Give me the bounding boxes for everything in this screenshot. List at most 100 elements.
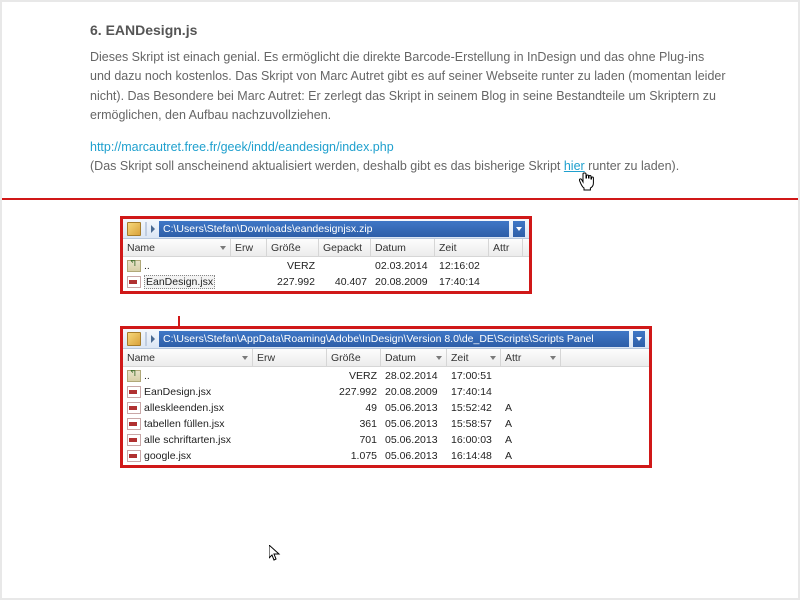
col-erw[interactable]: Erw <box>231 239 267 256</box>
paragraph-description: Dieses Skript ist einach genial. Es ermö… <box>90 48 728 126</box>
col-erw[interactable]: Erw <box>253 349 327 366</box>
folder-icon <box>127 332 141 346</box>
cell-date: 05.06.2013 <box>381 402 447 414</box>
table-row[interactable]: .. VERZ28.02.201417:00:51 <box>123 368 649 384</box>
col-attr[interactable]: Attr <box>501 349 561 366</box>
cell-date: 20.08.2009 <box>371 276 435 288</box>
table-row[interactable]: alleskleenden.jsx 4905.06.201315:52:42A <box>123 400 649 416</box>
download-here-link[interactable]: hier <box>564 159 585 173</box>
path-dropdown-icon[interactable] <box>633 331 645 347</box>
cell-size: 227.992 <box>267 276 319 288</box>
cell-attr: A <box>501 402 561 414</box>
file-name: google.jsx <box>144 450 191 462</box>
file-name: alle schriftarten.jsx <box>144 434 231 446</box>
cell-date: 05.06.2013 <box>381 418 447 430</box>
col-name[interactable]: Name <box>123 349 253 366</box>
script-source-link[interactable]: http://marcautret.free.fr/geek/indd/eand… <box>90 140 394 154</box>
folder-icon <box>127 222 141 236</box>
col-date[interactable]: Datum <box>371 239 435 256</box>
cell-size: VERZ <box>327 370 381 382</box>
cell-attr: A <box>501 434 561 446</box>
table-row[interactable]: alle schriftarten.jsx70105.06.201316:00:… <box>123 432 649 448</box>
table-row[interactable]: EanDesign.jsx 227.99240.40720.08.200917:4… <box>123 274 529 290</box>
cell-time: 16:00:03 <box>447 434 501 446</box>
archive-path[interactable]: C:\Users\Stefan\Downloads\eandesignjsx.z… <box>159 221 509 237</box>
archive-column-headers: Name Erw Größe Gepackt Datum Zeit Attr <box>123 239 529 257</box>
col-name[interactable]: Name <box>123 239 231 256</box>
jsx-file-icon <box>127 386 141 398</box>
cell-date: 20.08.2009 <box>381 386 447 398</box>
file-name: EanDesign.jsx <box>144 386 211 398</box>
arrow-cursor-icon <box>269 545 281 563</box>
file-name: .. <box>144 370 150 382</box>
chevron-right-icon <box>151 335 155 343</box>
jsx-file-icon <box>127 276 141 288</box>
path-dropdown-icon[interactable] <box>513 221 525 237</box>
col-size[interactable]: Größe <box>327 349 381 366</box>
titlebar-separator <box>145 332 147 346</box>
table-row[interactable]: EanDesign.jsx 227.99220.08.200917:40:14 <box>123 384 649 400</box>
parent-folder-icon <box>127 370 141 382</box>
panel-rows: .. VERZ28.02.201417:00:51 EanDesign.jsx 227… <box>123 367 649 465</box>
table-row[interactable]: .. VERZ 02.03.201412:16:02 <box>123 258 529 274</box>
cell-name: .. <box>123 260 231 272</box>
jsx-file-icon <box>127 434 141 446</box>
cell-size: 49 <box>327 402 381 414</box>
jsx-file-icon <box>127 402 141 414</box>
chevron-right-icon <box>151 225 155 233</box>
cell-name: tabellen füllen.jsx <box>123 418 253 430</box>
panel-titlebar: C:\Users\Stefan\AppData\Roaming\Adobe\In… <box>123 329 649 349</box>
cell-size: VERZ <box>267 260 319 272</box>
archive-rows: .. VERZ 02.03.201412:16:02 EanDesign.jsx 227… <box>123 257 529 291</box>
parent-folder-icon <box>127 260 141 272</box>
panel-path[interactable]: C:\Users\Stefan\AppData\Roaming\Adobe\In… <box>159 331 629 347</box>
cell-time: 12:16:02 <box>435 260 489 272</box>
note-pre: (Das Skript soll anscheinend aktualisier… <box>90 159 564 173</box>
cell-time: 15:58:57 <box>447 418 501 430</box>
cell-name: alle schriftarten.jsx <box>123 434 253 446</box>
archive-window: C:\Users\Stefan\Downloads\eandesignjsx.z… <box>120 216 532 294</box>
section-heading: 6. EANDesign.js <box>90 22 728 38</box>
cell-time: 15:52:42 <box>447 402 501 414</box>
cell-size: 361 <box>327 418 381 430</box>
table-row[interactable]: google.jsx 1.07505.06.201316:14:48A <box>123 448 649 464</box>
file-name: EanDesign.jsx <box>144 275 215 289</box>
cell-time: 17:40:14 <box>447 386 501 398</box>
article-body: 6. EANDesign.js Dieses Skript ist einach… <box>2 2 798 198</box>
titlebar-separator <box>145 222 147 236</box>
paragraph-link: http://marcautret.free.fr/geek/indd/eand… <box>90 138 728 177</box>
file-name: .. <box>144 260 150 272</box>
cell-date: 02.03.2014 <box>371 260 435 272</box>
col-size[interactable]: Größe <box>267 239 319 256</box>
cell-date: 05.06.2013 <box>381 450 447 462</box>
archive-titlebar: C:\Users\Stefan\Downloads\eandesignjsx.z… <box>123 219 529 239</box>
screenshot-area: C:\Users\Stefan\Downloads\eandesignjsx.z… <box>2 200 798 488</box>
cell-attr: A <box>501 418 561 430</box>
cell-name: google.jsx <box>123 450 253 462</box>
cell-time: 16:14:48 <box>447 450 501 462</box>
cell-size: 1.075 <box>327 450 381 462</box>
col-attr[interactable]: Attr <box>489 239 523 256</box>
cell-date: 05.06.2013 <box>381 434 447 446</box>
col-date[interactable]: Datum <box>381 349 447 366</box>
cell-packed: 40.407 <box>319 276 371 288</box>
jsx-file-icon <box>127 450 141 462</box>
cell-name: alleskleenden.jsx <box>123 402 253 414</box>
table-row[interactable]: tabellen füllen.jsx 36105.06.201315:58:57… <box>123 416 649 432</box>
panel-column-headers: Name Erw Größe Datum Zeit Attr <box>123 349 649 367</box>
cell-name: EanDesign.jsx <box>123 275 231 289</box>
note-post: runter zu laden). <box>585 159 680 173</box>
cell-size: 227.992 <box>327 386 381 398</box>
cell-time: 17:00:51 <box>447 370 501 382</box>
scripts-panel-window: C:\Users\Stefan\AppData\Roaming\Adobe\In… <box>120 326 652 468</box>
col-time[interactable]: Zeit <box>435 239 489 256</box>
col-time[interactable]: Zeit <box>447 349 501 366</box>
file-name: alleskleenden.jsx <box>144 402 224 414</box>
jsx-file-icon <box>127 418 141 430</box>
cell-date: 28.02.2014 <box>381 370 447 382</box>
col-packed[interactable]: Gepackt <box>319 239 371 256</box>
cell-name: EanDesign.jsx <box>123 386 253 398</box>
cell-attr: A <box>501 450 561 462</box>
file-name: tabellen füllen.jsx <box>144 418 225 430</box>
cell-time: 17:40:14 <box>435 276 489 288</box>
